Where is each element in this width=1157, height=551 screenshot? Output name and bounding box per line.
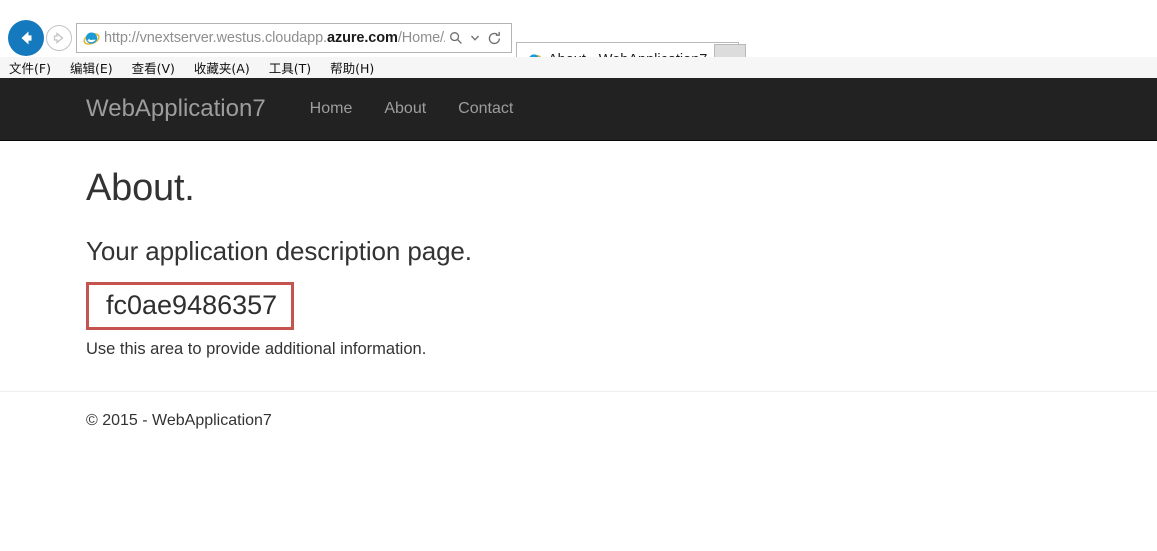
refresh-icon[interactable] bbox=[483, 25, 505, 51]
url-prefix: http://vnextserver.westus.cloudapp. bbox=[104, 30, 327, 46]
browser-toolbar: http://vnextserver.westus.cloudapp.azure… bbox=[0, 18, 1157, 76]
back-button[interactable] bbox=[8, 20, 44, 56]
page-lead: Your application description page. bbox=[86, 236, 472, 266]
browser-chrome: http://vnextserver.westus.cloudapp.azure… bbox=[0, 0, 1157, 78]
internet-explorer-icon bbox=[81, 28, 101, 48]
page-note: Use this area to provide additional info… bbox=[86, 340, 427, 359]
navbar-brand[interactable]: WebApplication7 bbox=[86, 95, 266, 123]
menu-item-favorites[interactable]: 收藏夹(A) bbox=[194, 58, 250, 77]
forward-button[interactable] bbox=[46, 25, 72, 51]
search-icon[interactable] bbox=[445, 25, 467, 51]
highlight-box: fc0ae9486357 bbox=[86, 282, 295, 331]
menu-item-help[interactable]: 帮助(H) bbox=[330, 58, 374, 77]
url-suffix: /Home/About bbox=[397, 30, 445, 46]
nav-link-home[interactable]: Home bbox=[294, 100, 369, 118]
menu-item-file[interactable]: 文件(F) bbox=[9, 58, 51, 77]
page-title: About. bbox=[86, 167, 195, 209]
address-url: http://vnextserver.westus.cloudapp.azure… bbox=[101, 30, 445, 46]
menu-item-view[interactable]: 查看(V) bbox=[132, 58, 175, 77]
address-bar-buttons bbox=[445, 25, 511, 51]
machine-id-value: fc0ae9486357 bbox=[106, 290, 278, 320]
menu-item-tools[interactable]: 工具(T) bbox=[269, 58, 311, 77]
menu-item-edit[interactable]: 编辑(E) bbox=[70, 58, 113, 77]
nav-link-about[interactable]: About bbox=[368, 100, 442, 118]
menu-bar: 文件(F) 编辑(E) 查看(V) 收藏夹(A) 工具(T) 帮助(H) bbox=[0, 57, 1157, 78]
nav-link-contact[interactable]: Contact bbox=[442, 100, 529, 118]
chevron-down-icon[interactable] bbox=[469, 25, 481, 51]
back-arrow-icon bbox=[21, 31, 32, 45]
forward-arrow-icon bbox=[53, 32, 64, 44]
page-footer: © 2015 - WebApplication7 bbox=[86, 412, 272, 430]
site-navbar: WebApplication7 Home About Contact bbox=[0, 78, 1157, 141]
footer-divider bbox=[0, 391, 1157, 393]
address-bar[interactable]: http://vnextserver.westus.cloudapp.azure… bbox=[76, 23, 512, 53]
page-container: About. Your application description page… bbox=[0, 141, 1157, 430]
page-viewport: WebApplication7 Home About Contact About… bbox=[0, 78, 1157, 551]
url-host: azure.com bbox=[327, 30, 398, 46]
